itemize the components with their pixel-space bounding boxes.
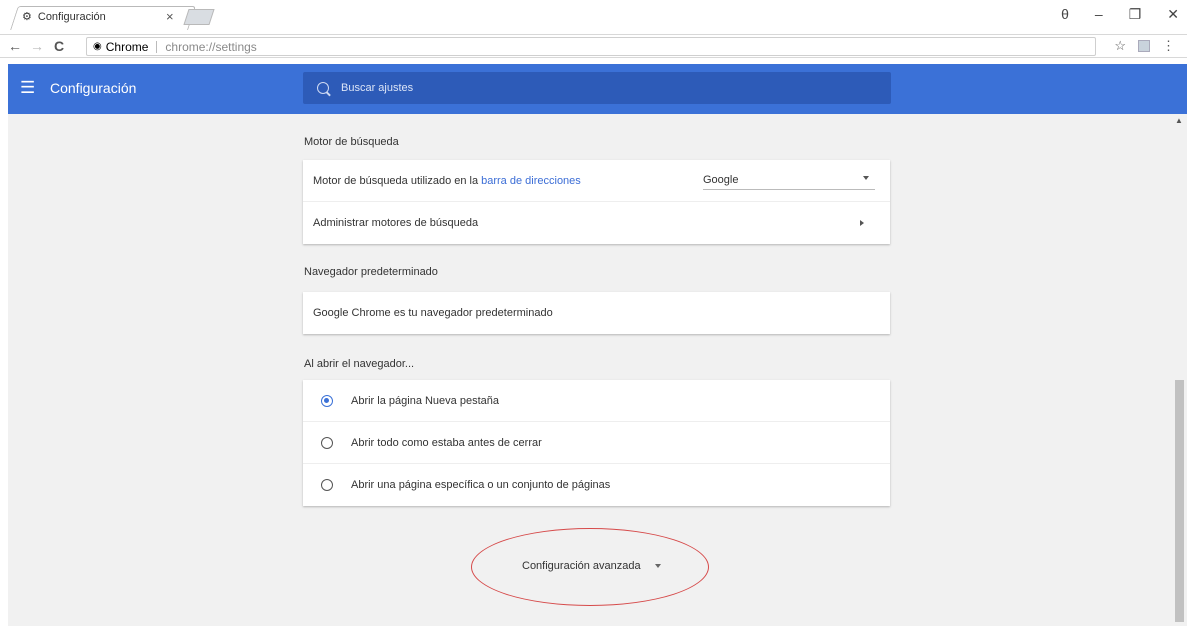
address-bar[interactable]: ◉ Chrome chrome://settings xyxy=(86,37,1096,56)
default-browser-row: Google Chrome es tu navegador predetermi… xyxy=(303,292,890,334)
startup-option-label: Abrir todo como estaba antes de cerrar xyxy=(351,436,542,449)
close-window-button[interactable]: ✕ xyxy=(1167,6,1179,23)
search-engine-value: Google xyxy=(703,173,739,186)
profile-icon[interactable]: θ xyxy=(1061,6,1069,23)
default-browser-card: Google Chrome es tu navegador predetermi… xyxy=(303,292,890,334)
extension-icon[interactable] xyxy=(1138,40,1150,52)
default-browser-text: Google Chrome es tu navegador predetermi… xyxy=(313,307,553,319)
scrollbar-thumb[interactable] xyxy=(1175,380,1184,622)
back-button[interactable]: ← xyxy=(8,38,22,54)
chrome-menu-icon[interactable]: ⋮ xyxy=(1162,38,1175,54)
omnibox-divider xyxy=(156,40,158,53)
search-engine-label: Motor de búsqueda utilizado en la xyxy=(313,174,479,187)
radio-button-checked[interactable] xyxy=(321,394,333,407)
chevron-down-icon xyxy=(654,564,661,568)
toolbar-right: ☆ ⋮ xyxy=(1114,38,1175,54)
reload-button[interactable]: C xyxy=(54,38,64,54)
forward-button[interactable]: → xyxy=(30,38,44,54)
section-title-default-browser: Navegador predeterminado xyxy=(304,266,438,278)
radio-button[interactable] xyxy=(321,479,333,491)
startup-option-label: Abrir una página específica o un conjunt… xyxy=(351,479,611,491)
chevron-right-icon xyxy=(860,220,864,226)
tab-strip: ⚙ Configuración × θ – ❐ ✕ xyxy=(0,0,1187,34)
chrome-icon: ◉ xyxy=(93,41,102,52)
hamburger-menu-icon[interactable]: ☰ xyxy=(20,79,35,96)
advanced-settings-button[interactable]: Configuración avanzada xyxy=(522,560,661,572)
chevron-down-icon xyxy=(863,176,869,180)
site-label: Chrome xyxy=(105,39,149,54)
page-title: Configuración xyxy=(50,80,137,96)
radio-button[interactable] xyxy=(321,436,333,449)
scroll-up-arrow-icon[interactable]: ▲ xyxy=(1175,116,1183,125)
startup-option-new-tab[interactable]: Abrir la página Nueva pestaña xyxy=(303,380,890,422)
window-controls: θ – ❐ ✕ xyxy=(1061,6,1179,23)
startup-option-label: Abrir la página Nueva pestaña xyxy=(351,394,499,407)
browser-window: ⚙ Configuración × θ – ❐ ✕ ← → C ◉ Chrome… xyxy=(0,0,1187,626)
on-startup-card: Abrir la página Nueva pestaña Abrir todo… xyxy=(303,380,890,506)
startup-option-specific-pages[interactable]: Abrir una página específica o un conjunt… xyxy=(303,464,890,506)
toolbar: ← → C ◉ Chrome chrome://settings ☆ ⋮ xyxy=(0,34,1187,58)
search-placeholder: Buscar ajustes xyxy=(341,82,414,94)
minimize-button[interactable]: – xyxy=(1095,6,1103,23)
manage-search-engines-row[interactable]: Administrar motores de búsqueda xyxy=(303,202,890,244)
address-bar-link[interactable]: barra de direcciones xyxy=(481,175,581,187)
bookmark-star-icon[interactable]: ☆ xyxy=(1114,38,1126,54)
manage-search-engines-label: Administrar motores de búsqueda xyxy=(313,217,479,229)
search-engine-card: Motor de búsqueda utilizado en la barra … xyxy=(303,160,890,244)
restore-button[interactable]: ❐ xyxy=(1129,6,1142,23)
startup-option-continue[interactable]: Abrir todo como estaba antes de cerrar xyxy=(303,422,890,464)
url-text: chrome://settings xyxy=(165,39,257,54)
search-icon xyxy=(317,82,329,94)
tab-title: Configuración xyxy=(37,10,106,23)
gear-icon: ⚙ xyxy=(22,11,32,23)
settings-content: Motor de búsqueda Motor de búsqueda util… xyxy=(8,114,1187,626)
settings-header: ☰ Configuración Buscar ajustes xyxy=(8,64,1187,114)
search-settings-input[interactable]: Buscar ajustes xyxy=(303,72,891,104)
new-tab-button[interactable] xyxy=(183,9,215,25)
section-title-on-startup: Al abrir el navegador... xyxy=(304,358,415,370)
section-title-search-engine: Motor de búsqueda xyxy=(304,136,399,148)
search-engine-select[interactable]: Google xyxy=(703,170,875,190)
advanced-settings-label: Configuración avanzada xyxy=(522,560,641,572)
search-engine-row: Motor de búsqueda utilizado en la barra … xyxy=(303,160,890,202)
tab-settings-content: ⚙ Configuración xyxy=(22,10,106,24)
tab-close-icon[interactable]: × xyxy=(166,9,174,24)
